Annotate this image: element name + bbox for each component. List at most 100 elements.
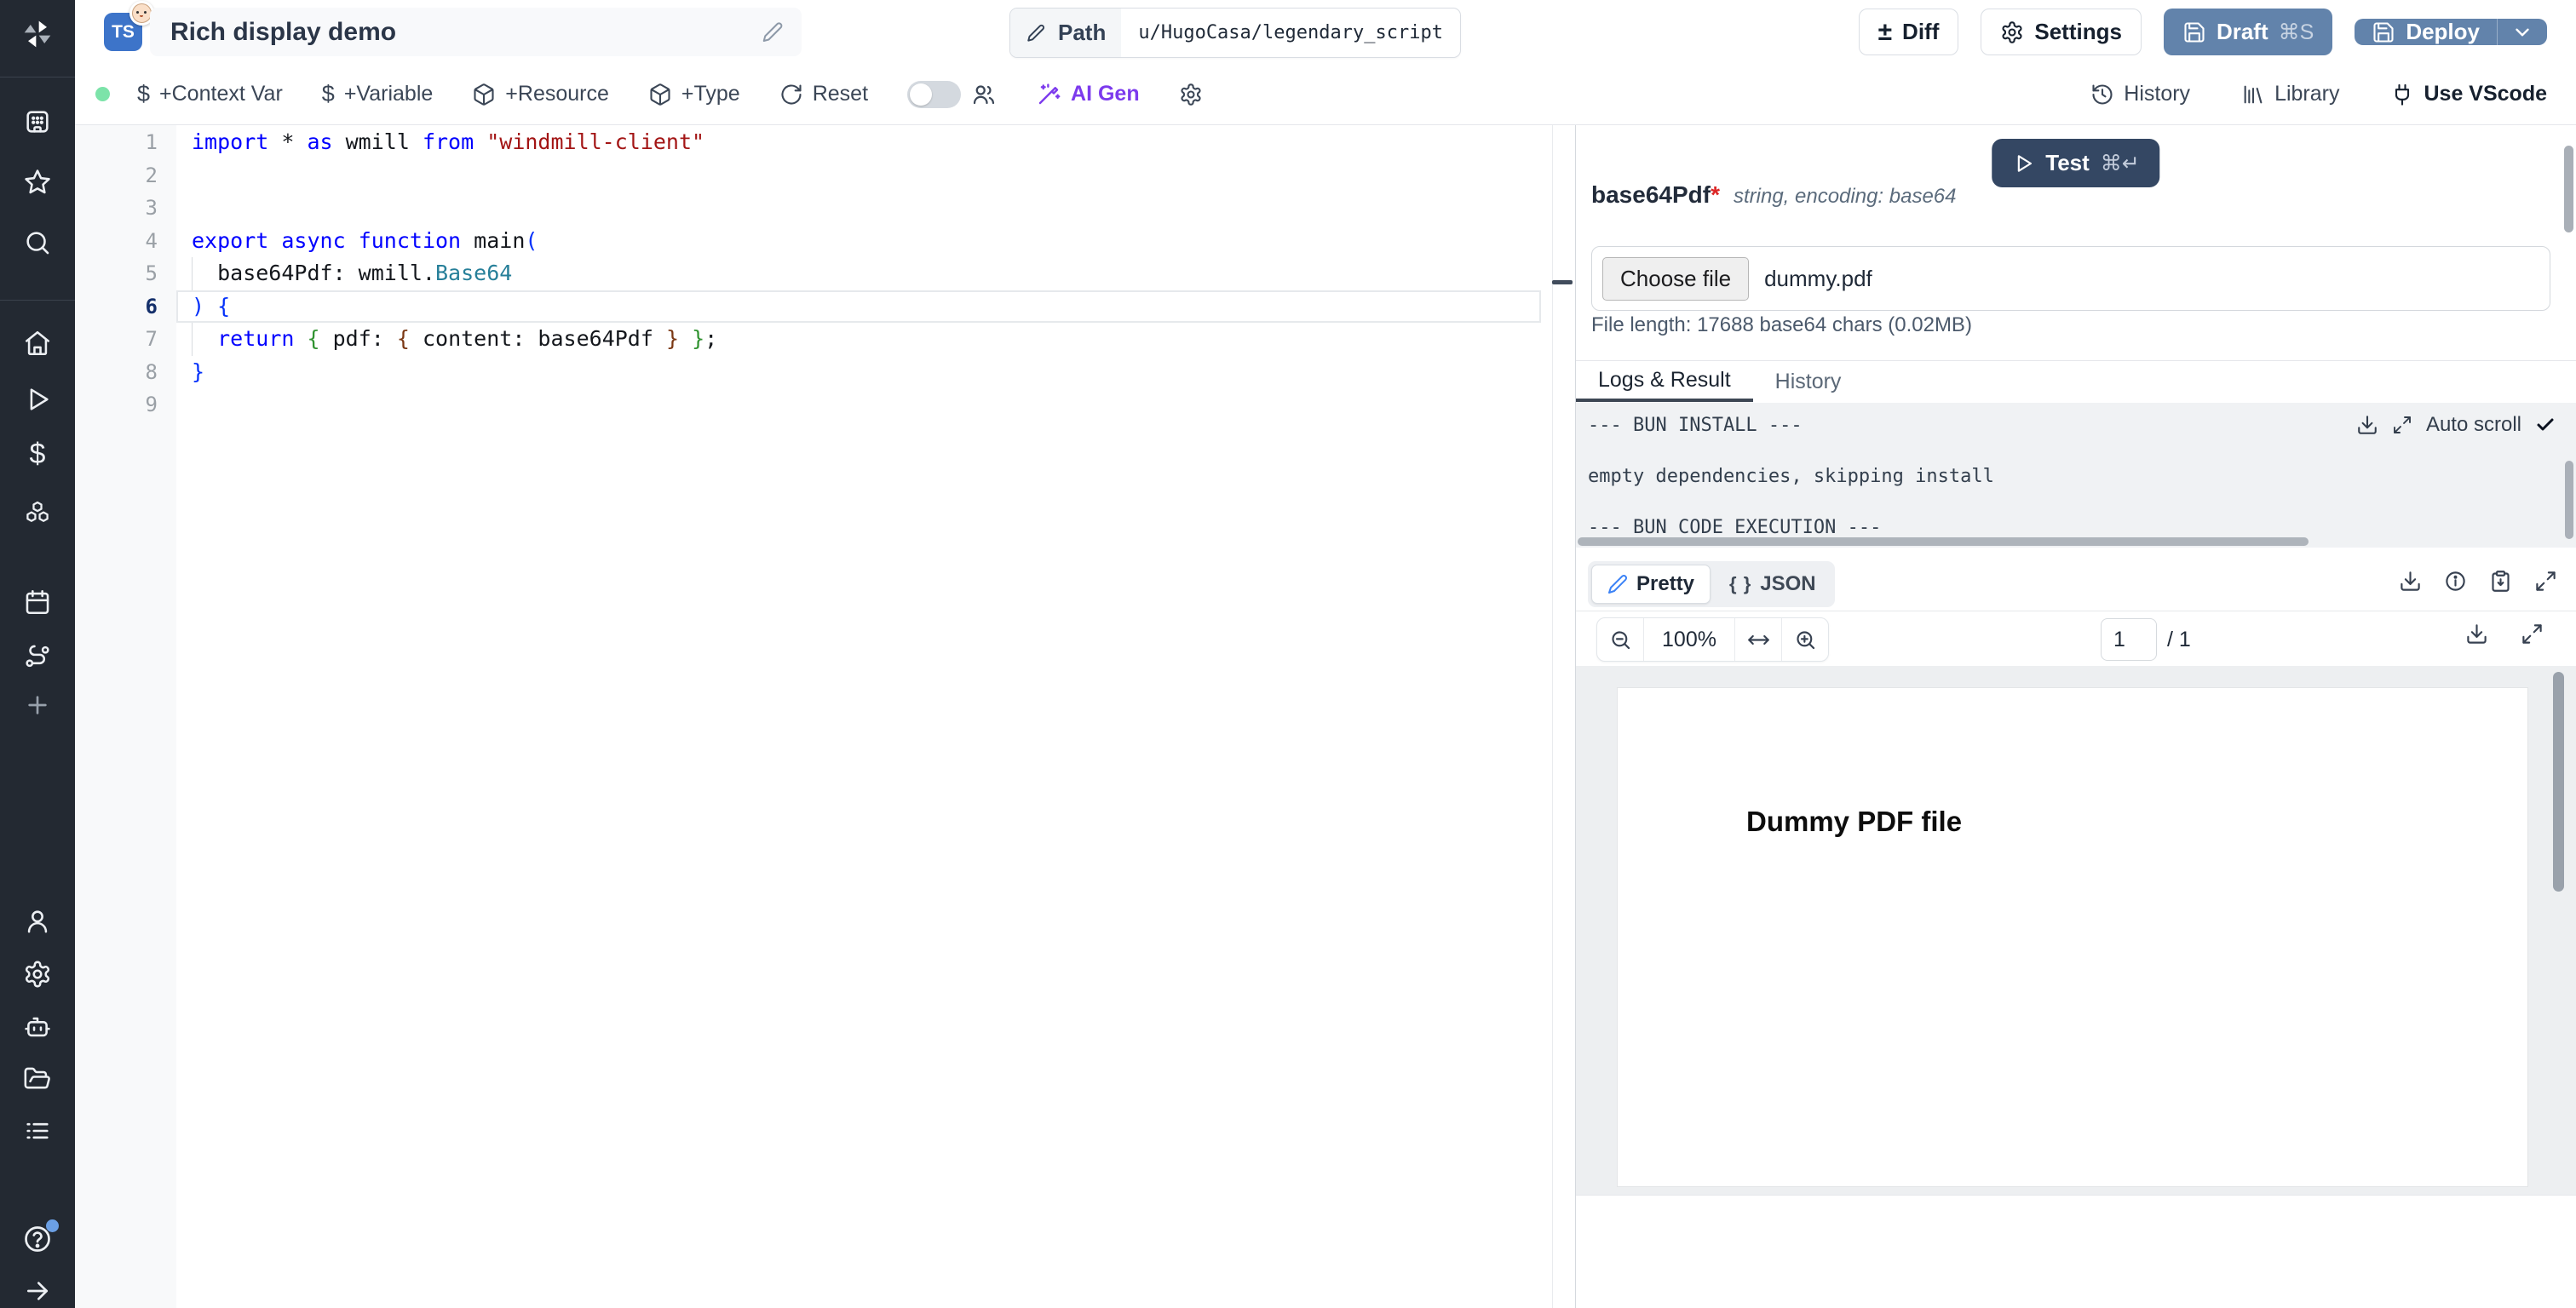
windmill-logo[interactable] <box>0 17 75 51</box>
code-editor[interactable]: 1 import * as wmill from "windmill-client… <box>75 125 1553 1308</box>
edit-title-pencil-icon[interactable] <box>761 20 786 45</box>
pdf-viewer[interactable]: Dummy PDF file <box>1576 666 2576 1196</box>
settings-gear-icon[interactable] <box>0 960 75 989</box>
baby-emoji-icon <box>132 3 152 23</box>
json-label: JSON <box>1760 572 1816 595</box>
code-line[interactable]: 1 import * as wmill from "windmill-client… <box>75 126 1552 159</box>
argument-name: base64Pdf <box>1591 181 1711 208</box>
add-type-button[interactable]: +Type <box>648 82 740 106</box>
expand-pdf-icon[interactable] <box>2521 622 2544 645</box>
test-label: Test <box>2045 150 2090 175</box>
path-selector[interactable]: Path u/HugoCasa/legendary_script <box>1009 8 1461 58</box>
pdf-scrollbar[interactable] <box>2553 672 2564 892</box>
code-line[interactable]: 5 base64Pdf: wmill.Base64 <box>75 257 1552 290</box>
code-line[interactable]: 3 <box>75 192 1552 225</box>
library-label: Library <box>2274 82 2340 106</box>
code-line[interactable]: 6) { <box>75 290 1552 324</box>
add-variable-button[interactable]: $ +Variable <box>322 81 434 107</box>
schedules-calendar-icon[interactable] <box>0 588 75 617</box>
code-line[interactable]: 7 return { pdf: { content: base64Pdf } }… <box>75 323 1552 356</box>
code-line[interactable]: 4 export async function main( <box>75 225 1552 258</box>
pen-icon <box>1607 574 1628 594</box>
use-vscode-button[interactable]: Use VScode <box>2390 82 2547 106</box>
deploy-button[interactable]: Deploy <box>2355 19 2497 45</box>
expand-result-icon[interactable] <box>2534 570 2557 593</box>
settings-button[interactable]: Settings <box>1981 9 2142 55</box>
magic-wand-icon <box>1036 82 1061 107</box>
library-button[interactable]: Library <box>2241 82 2339 106</box>
windmill-script-editor: $ TS Rich display demo Path u/HugoCasa/l… <box>0 0 2576 1308</box>
settings-gear-icon <box>2000 20 2024 44</box>
script-title-field[interactable]: Rich display demo <box>150 8 802 56</box>
download-result-icon[interactable] <box>2399 570 2422 593</box>
add-plus-icon[interactable] <box>0 691 75 719</box>
user-icon[interactable] <box>0 907 75 936</box>
save-icon <box>2372 20 2395 44</box>
runs-play-icon[interactable] <box>0 385 75 414</box>
panel-scrollbar[interactable] <box>2564 146 2573 232</box>
path-label-segment: Path <box>1010 9 1122 57</box>
resources-cubes-icon[interactable] <box>0 499 75 528</box>
tab-logs-result[interactable]: Logs & Result <box>1576 361 1753 402</box>
code-line[interactable]: 9 <box>75 388 1552 422</box>
audit-logs-list-icon[interactable] <box>0 1116 75 1145</box>
autoscroll-label: Auto scroll <box>2425 413 2521 436</box>
copy-result-icon[interactable] <box>2489 570 2512 593</box>
json-view-tab[interactable]: { } JSON <box>1714 565 1831 604</box>
code-line[interactable]: 2 <box>75 159 1552 192</box>
test-button[interactable]: Test ⌘↵ <box>1992 139 2160 187</box>
path-value: u/HugoCasa/legendary_script <box>1138 22 1443 43</box>
package-icon <box>648 83 672 106</box>
zoom-in-button[interactable] <box>1781 618 1828 661</box>
routes-icon[interactable] <box>0 642 75 671</box>
history-button[interactable]: History <box>2090 82 2190 106</box>
download-logs-icon[interactable] <box>2356 414 2378 436</box>
fit-width-button[interactable] <box>1734 618 1781 661</box>
download-pdf-icon[interactable] <box>2465 622 2488 645</box>
folders-icon[interactable] <box>0 1064 75 1093</box>
pdf-toolbar: 100% / 1 <box>1576 611 2576 667</box>
path-label: Path <box>1058 20 1107 45</box>
code-line[interactable]: 8} <box>75 356 1552 389</box>
result-view-switcher: Pretty { } JSON <box>1588 561 1835 607</box>
deploy-button-group: Deploy <box>2355 19 2547 45</box>
deploy-dropdown-button[interactable] <box>2497 19 2547 45</box>
users-icon <box>971 82 997 107</box>
workers-robot-icon[interactable] <box>0 1013 75 1041</box>
panel-resize-handle[interactable] <box>1552 280 1573 284</box>
notification-dot <box>46 1219 59 1232</box>
choose-file-button[interactable]: Choose file <box>1602 256 1750 301</box>
autoscroll-check-icon[interactable] <box>2535 415 2556 435</box>
toggle-knob <box>910 83 933 106</box>
sidebar-divider <box>0 300 75 301</box>
zoom-out-button[interactable] <box>1597 618 1643 661</box>
logs-horizontal-scrollbar[interactable] <box>1578 537 2309 546</box>
info-icon[interactable] <box>2444 570 2467 593</box>
zoom-level: 100% <box>1643 618 1734 661</box>
toggle-switch[interactable] <box>907 80 962 108</box>
diff-mode-toggle-group <box>907 80 997 108</box>
logs-vertical-scrollbar[interactable] <box>2565 461 2573 539</box>
search-icon[interactable] <box>0 228 75 257</box>
file-input[interactable]: Choose file dummy.pdf <box>1591 246 2550 311</box>
workspace-grid-icon[interactable] <box>0 107 75 136</box>
variables-dollar-icon[interactable]: $ <box>0 439 75 468</box>
editor-settings-gear-icon[interactable] <box>1179 83 1203 106</box>
tab-history[interactable]: History <box>1753 361 1864 402</box>
reset-button[interactable]: Reset <box>779 82 868 106</box>
add-resource-button[interactable]: +Resource <box>472 82 609 106</box>
collapse-arrow-icon[interactable] <box>0 1277 75 1305</box>
favorites-star-icon[interactable] <box>0 168 75 197</box>
page-number-input[interactable] <box>2101 618 2157 661</box>
add-context-var-button[interactable]: $ +Context Var <box>137 81 283 107</box>
page-total: / 1 <box>2167 627 2191 651</box>
pdf-zoom-controls: 100% <box>1596 617 1829 662</box>
expand-logs-icon[interactable] <box>2392 415 2412 435</box>
ai-gen-button[interactable]: AI Gen <box>1036 82 1140 107</box>
draft-button[interactable]: Draft ⌘S <box>2163 9 2333 55</box>
pretty-view-tab[interactable]: Pretty <box>1591 565 1711 604</box>
help-icon[interactable] <box>0 1219 75 1254</box>
home-icon[interactable] <box>0 329 75 358</box>
library-icon <box>2241 83 2265 106</box>
diff-button[interactable]: ± Diff <box>1858 9 1959 55</box>
